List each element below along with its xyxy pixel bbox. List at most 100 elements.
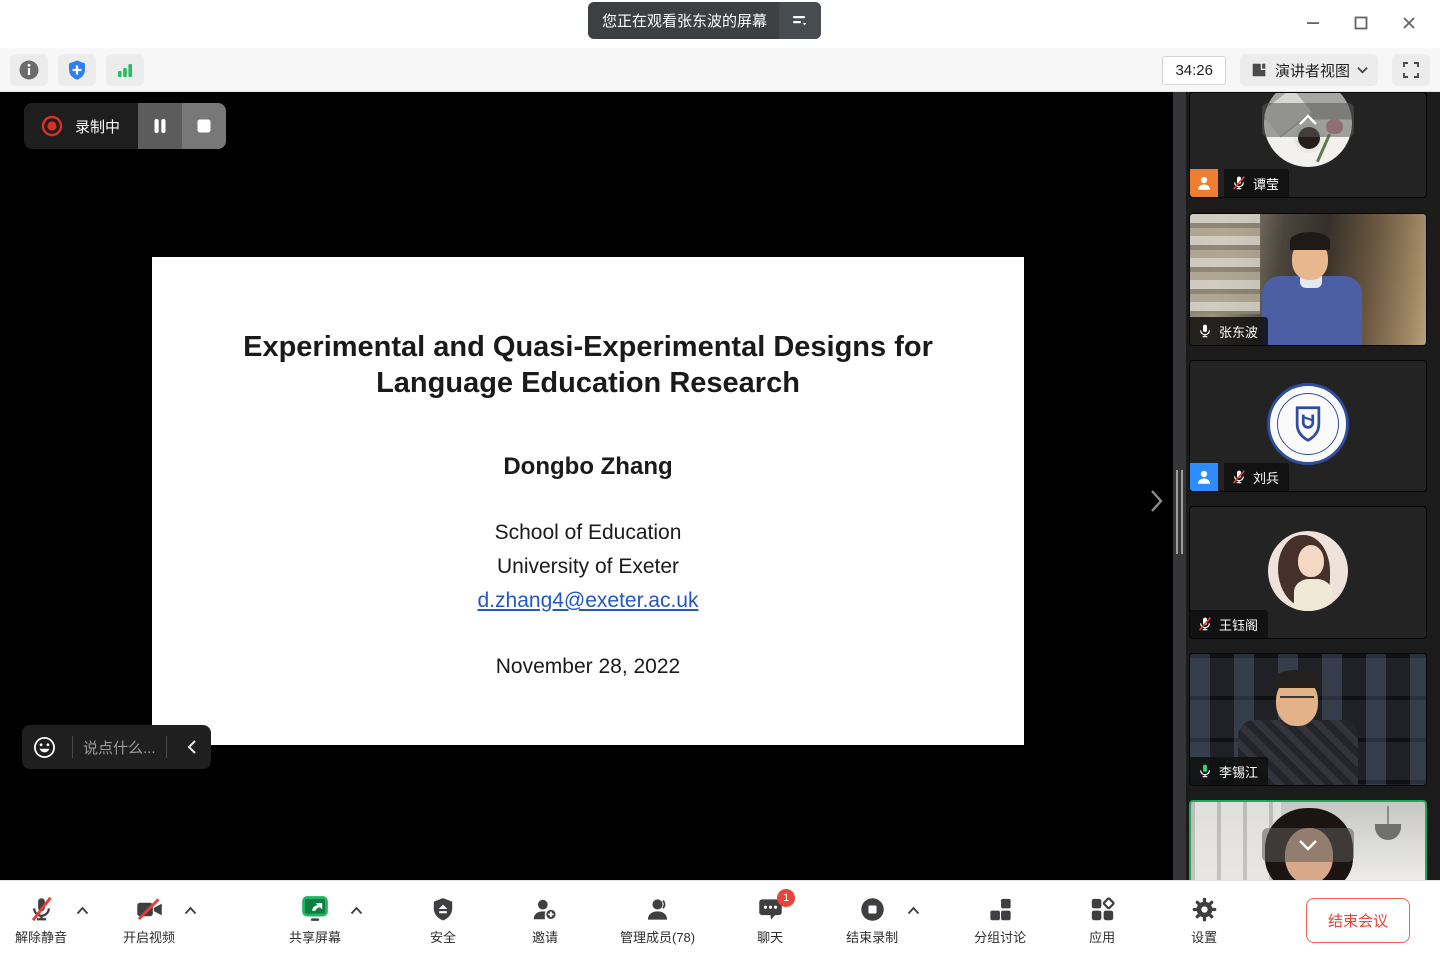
participant-name: 张东波 (1219, 322, 1258, 341)
avatar-detail (1277, 393, 1339, 455)
smiley-icon (32, 735, 57, 760)
chevron-right-icon (1149, 488, 1164, 514)
participant-tile-6[interactable] (1189, 800, 1427, 880)
invite-button[interactable]: 邀请 (518, 896, 572, 946)
viewing-banner: 您正在观看张东波的屏幕 (588, 2, 821, 39)
invite-label: 邀请 (532, 927, 558, 946)
screen-share-stage: 录制中 Experimental and Quasi-Experimental … (0, 92, 1186, 880)
scroll-participants-down-button[interactable] (1262, 828, 1354, 862)
viewing-banner-text: 您正在观看张东波的屏幕 (602, 10, 779, 31)
security-button[interactable]: 安全 (416, 896, 470, 946)
settings-button[interactable]: 设置 (1177, 896, 1231, 946)
network-quality-button[interactable] (106, 54, 144, 86)
participant-name: 谭莹 (1253, 174, 1279, 193)
chevron-left-icon (186, 739, 198, 755)
participant-status-badge (1190, 463, 1218, 491)
list-options-icon (790, 11, 810, 31)
stop-recording-button[interactable] (182, 103, 226, 149)
mic-muted-icon (1231, 469, 1247, 485)
chevron-down-icon (1298, 839, 1318, 851)
end-meeting-button[interactable]: 结束会议 (1306, 898, 1410, 943)
unmute-button[interactable]: 解除静音 (14, 896, 68, 946)
fullscreen-button[interactable] (1392, 54, 1430, 86)
presentation-slide: Experimental and Quasi-Experimental Desi… (152, 257, 1024, 745)
participant-name-pill: 刘兵 (1224, 463, 1289, 491)
person-icon (1195, 468, 1213, 486)
participant-name-pill: 谭莹 (1224, 169, 1289, 197)
participant-status-badge (1190, 169, 1218, 197)
video-options-button[interactable] (180, 906, 200, 915)
slide-email-link: d.zhang4@exeter.ac.uk (152, 589, 1024, 613)
slide-affiliation-school: School of Education (152, 521, 1024, 545)
video-detail (1290, 232, 1330, 250)
record-dot-icon (40, 114, 64, 138)
avatar-detail (1298, 545, 1324, 577)
pause-recording-button[interactable] (138, 103, 182, 149)
participant-name: 李锡江 (1219, 762, 1258, 781)
participants-sidebar: 谭莹 张东波 (1186, 92, 1440, 880)
share-options-button[interactable] (346, 906, 366, 915)
meeting-info-button[interactable] (10, 54, 48, 86)
manage-participants-label: 管理成员(78) (620, 927, 695, 946)
meeting-info-bar: 34:26 演讲者视图 (0, 48, 1440, 92)
apps-button[interactable]: 应用 (1075, 896, 1129, 946)
participant-tile-3[interactable]: 刘兵 (1189, 360, 1427, 492)
share-screen-label: 共享屏幕 (289, 927, 341, 946)
scroll-participants-up-button[interactable] (1262, 103, 1354, 137)
share-screen-button[interactable]: 共享屏幕 (288, 895, 342, 946)
unmute-label: 解除静音 (15, 927, 67, 946)
avatar (1267, 383, 1349, 465)
participant-tile-2[interactable]: 张东波 (1189, 213, 1427, 346)
breakout-rooms-button[interactable]: 分组讨论 (973, 896, 1027, 946)
sidebar-resize-handle[interactable] (1173, 92, 1186, 880)
video-detail (1190, 214, 1260, 314)
quick-chat-input[interactable]: 说点什么... (83, 737, 156, 758)
minimize-button[interactable] (1296, 8, 1330, 38)
settings-label: 设置 (1191, 927, 1217, 946)
stop-record-icon (859, 896, 886, 923)
start-video-label: 开启视频 (123, 927, 175, 946)
chevron-up-icon (184, 906, 197, 915)
quick-chat-bar: 说点什么... (22, 725, 211, 769)
mic-on-icon (1197, 323, 1213, 339)
video-detail (1274, 670, 1320, 688)
meeting-toolbar: 解除静音 开启视频 共享屏幕 (0, 880, 1440, 960)
chat-button[interactable]: 聊天 1 (743, 896, 797, 946)
window-controls (1296, 8, 1426, 38)
participant-name: 刘兵 (1253, 468, 1279, 487)
manage-participants-button[interactable]: 管理成员(78) (620, 896, 695, 946)
stop-icon (196, 118, 212, 134)
participant-tile-1[interactable]: 谭莹 (1189, 92, 1427, 198)
signal-bars-icon (114, 59, 136, 81)
speaker-view-icon (1250, 61, 1268, 79)
video-detail (1280, 696, 1314, 702)
audio-options-button[interactable] (72, 906, 92, 915)
view-mode-button[interactable]: 演讲者视图 (1240, 54, 1378, 86)
end-recording-button[interactable]: 结束录制 (845, 896, 899, 946)
recording-indicator: 录制中 (24, 103, 226, 149)
maximize-button[interactable] (1344, 8, 1378, 38)
resize-grip (1181, 470, 1183, 554)
slide-title: Experimental and Quasi-Experimental Desi… (208, 257, 968, 401)
chevron-up-icon (76, 906, 89, 915)
slide-author: Dongbo Zhang (152, 453, 1024, 481)
chat-label: 聊天 (757, 927, 783, 946)
end-recording-label: 结束录制 (846, 927, 898, 946)
security-shield-button[interactable] (58, 54, 96, 86)
view-options-button[interactable] (779, 2, 821, 39)
collapse-sidebar-button[interactable] (1149, 488, 1164, 519)
start-video-button[interactable]: 开启视频 (122, 896, 176, 946)
emoji-reaction-button[interactable] (26, 729, 62, 765)
participant-tile-4[interactable]: 王钰阁 (1189, 506, 1427, 639)
maximize-icon (1353, 15, 1369, 31)
participant-tile-5[interactable]: 李锡江 (1189, 653, 1427, 786)
slide-affiliation-university: University of Exeter (152, 555, 1024, 579)
info-icon (18, 59, 40, 81)
recording-options-button[interactable] (903, 906, 923, 915)
collapse-chatbar-button[interactable] (177, 729, 207, 765)
mic-speaking-icon (1197, 763, 1213, 779)
person-icon (1195, 174, 1213, 192)
close-button[interactable] (1392, 8, 1426, 38)
participant-name: 王钰阁 (1219, 615, 1258, 634)
mic-muted-icon (28, 896, 55, 923)
